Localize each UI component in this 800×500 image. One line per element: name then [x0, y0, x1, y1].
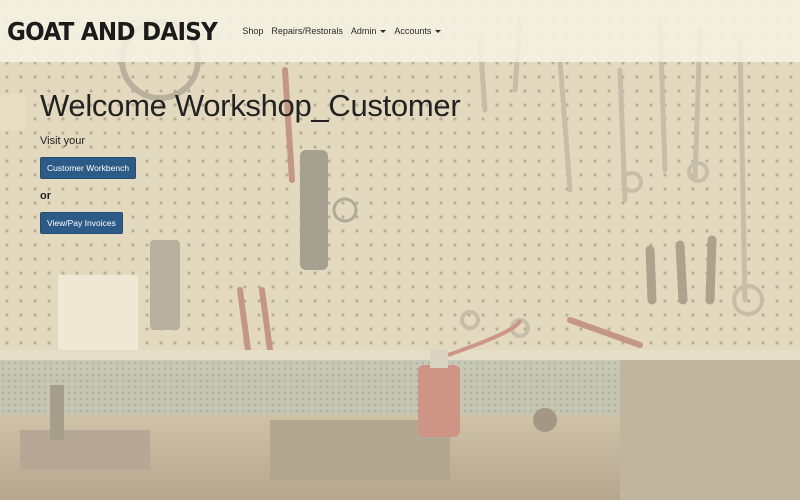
nav-shop[interactable]: Shop — [238, 26, 267, 36]
top-navbar: GOAT AND DAISY Shop Repairs/Restorals Ad… — [0, 0, 800, 62]
nav-accounts-label: Accounts — [394, 26, 432, 36]
nav-menu: Shop Repairs/Restorals Admin Accounts — [238, 26, 445, 36]
chevron-down-icon — [380, 29, 387, 33]
brand-logo[interactable]: GOAT AND DAISY — [7, 17, 218, 46]
chevron-down-icon — [435, 29, 442, 33]
nav-accounts-dropdown[interactable]: Accounts — [390, 26, 445, 36]
background-workshop-image — [0, 0, 800, 500]
main-content: Welcome Workshop_Customer Visit your Cus… — [40, 88, 461, 234]
view-pay-invoices-button[interactable]: View/Pay Invoices — [40, 212, 123, 234]
page-title: Welcome Workshop_Customer — [40, 88, 461, 123]
visit-text: Visit your — [40, 135, 86, 147]
nav-admin-label: Admin — [350, 26, 377, 36]
nav-repairs-restorals[interactable]: Repairs/Restorals — [267, 26, 347, 36]
customer-workbench-button[interactable]: Customer Workbench — [40, 157, 137, 179]
or-text: or — [40, 190, 51, 202]
nav-admin-dropdown[interactable]: Admin — [347, 26, 391, 36]
